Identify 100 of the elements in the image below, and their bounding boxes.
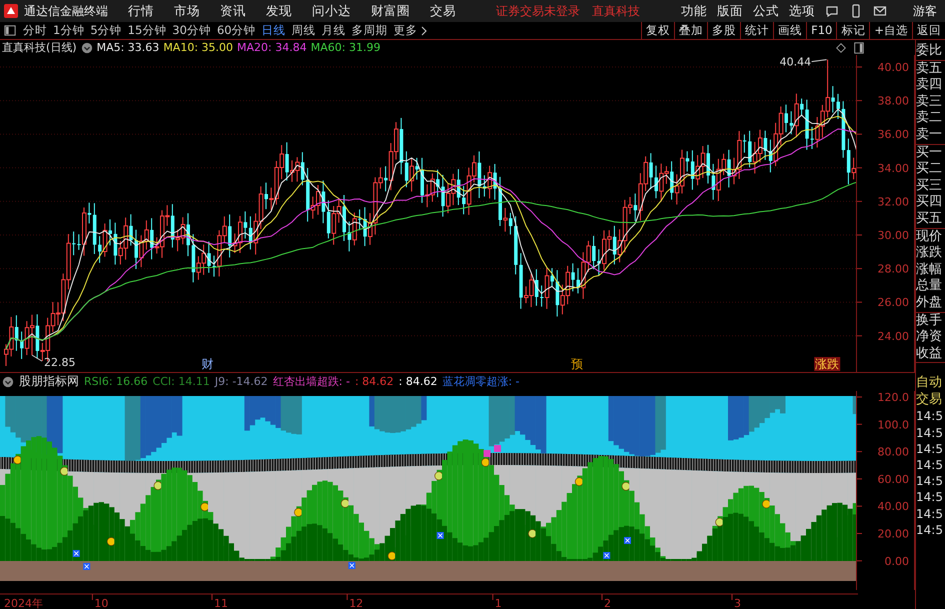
app-title: 通达信金融终端 [24,2,108,20]
login-status[interactable]: 证券交易未登录 [496,2,580,20]
trade-panel-title: 自动 [916,375,943,392]
quote-label: 卖五 [916,60,943,77]
toolbar-button[interactable]: 返回 [912,22,945,39]
price-axis-label: 28.00 [878,262,910,276]
price-axis-label: 30.00 [878,229,910,242]
quote-label: 卖三 [916,94,943,110]
quote-label: 净资 [916,329,943,346]
indicator-value: : 84.62 [354,375,394,388]
menu-item[interactable]: 行情 [128,2,154,20]
toolbar-button[interactable]: 复权 [641,22,674,39]
price-axis-label: 38.00 [878,94,910,108]
moving-average-value: MA60: 31.99 [310,41,380,54]
event-marker[interactable]: 预 [570,357,583,371]
menu-item[interactable]: 选项 [789,2,815,20]
chart-title: 直真科技(日线) [2,40,77,55]
quote-label: 换手 [916,312,943,330]
menu-item[interactable]: 功能 [681,2,707,20]
period-tab[interactable]: 分时 [23,23,47,38]
date-axis-label: 12 [349,596,364,609]
indicator-axis-label: 20.00 [878,527,910,540]
event-marker[interactable]: 涨跌 [814,357,840,371]
period-tab[interactable]: 15分钟 [128,23,166,38]
user-name[interactable]: 游客 [913,2,937,20]
date-axis-label: 1 [494,596,502,609]
quote-label: 现价 [916,228,943,246]
period-tab[interactable]: 多周期 [352,23,388,38]
menu-item[interactable]: 交易 [430,2,456,20]
moving-average-value: MA5: 33.63 [96,41,160,54]
trade-time: 14:5 [916,506,944,522]
moving-average-value: MA10: 35.00 [163,41,234,54]
quote-label: 外盘 [916,294,943,312]
quote-label: 买五 [916,210,943,228]
toolbar-button[interactable]: 叠加 [674,22,708,39]
period-tab[interactable]: 月线 [322,23,346,38]
indicator-value: CCI: 14.11 [152,375,210,388]
menu-item[interactable]: 公式 [753,2,779,20]
toolbar-button[interactable]: 画线 [773,22,806,39]
indicator-axis-label: 40.00 [878,500,910,513]
indicator-value: : 84.62 [398,375,438,388]
high-price-label: 40.44 [780,56,812,69]
price-axis-label: 40.00 [878,61,910,74]
price-axis-label: 26.00 [878,296,910,310]
toolbar-button[interactable]: F10 [806,22,836,39]
indicator-axis-label: 100.0 [878,418,910,431]
quote-label: 卖一 [916,126,943,144]
toolbar-button[interactable]: +自选 [869,22,912,39]
price-axis-label: 24.00 [878,330,910,343]
quote-label: 买四 [916,194,943,211]
menu-item[interactable]: 财富圈 [371,2,410,20]
date-axis-label: 2 [604,596,611,609]
more-menu[interactable]: 更多 [394,23,427,38]
menu-item[interactable]: 问小达 [312,2,351,20]
date-axis-label: 11 [214,596,228,609]
period-tab[interactable]: 1分钟 [53,23,84,38]
price-axis-label: 36.00 [878,128,910,142]
indicator-axis-label: 60.00 [878,472,910,486]
toolbar-button[interactable]: 多股 [707,22,740,39]
trade-time: 14:5 [916,408,944,425]
indicator-axis-label: 80.00 [878,445,910,458]
quote-label: 买一 [916,144,943,162]
menu-item[interactable]: 版面 [717,2,743,20]
trade-time: 14:5 [916,522,944,538]
indicator-value: 蓝花凋零超涨: - [442,374,520,390]
indicator-value: RSI6: 16.66 [84,375,148,388]
quote-label: 涨幅 [916,262,943,278]
trade-time: 14:5 [916,473,944,490]
trade-panel-title: 交易 [916,392,943,408]
trade-time: 14:5 [916,457,944,474]
price-axis-label: 32.00 [878,195,910,208]
indicator-value: J9: -14.62 [214,375,268,388]
quote-label: 买三 [916,178,943,194]
menu-item[interactable]: 发现 [266,2,292,20]
quote-label: 收益 [916,346,943,362]
period-tab[interactable]: 周线 [292,23,316,38]
menu-item[interactable]: 市场 [174,2,200,20]
toolbar-button[interactable]: 统计 [740,22,774,39]
date-axis-label: 3 [734,596,741,609]
trade-time: 14:5 [916,440,944,458]
indicator-name: 股朋指标网 [19,373,79,390]
period-tab[interactable]: 60分钟 [216,23,256,38]
quote-label: 卖四 [916,77,943,94]
date-axis-label: 2024年 [4,596,43,609]
quote-label: 委比 [916,43,943,60]
toolbar-button[interactable]: 标记 [836,22,870,39]
low-price-label: 22.85 [44,356,76,370]
menu-item[interactable]: 资讯 [220,2,246,20]
period-tab[interactable]: 30分钟 [172,23,211,38]
quote-label: 买二 [916,161,943,178]
broker-name[interactable]: 直真科技 [592,2,640,20]
period-tab[interactable]: 日线 [262,23,286,38]
moving-average-value: MA20: 34.84 [237,41,307,54]
indicator-axis-label: 120.0 [878,390,910,404]
period-tab[interactable]: 5分钟 [90,23,122,38]
event-marker[interactable]: 财 [202,357,214,371]
quote-label: 涨跌 [916,245,943,262]
date-axis-label: 10 [94,596,108,609]
indicator-axis-label: 0.00 [884,554,910,568]
trade-time: 14:5 [916,489,944,506]
